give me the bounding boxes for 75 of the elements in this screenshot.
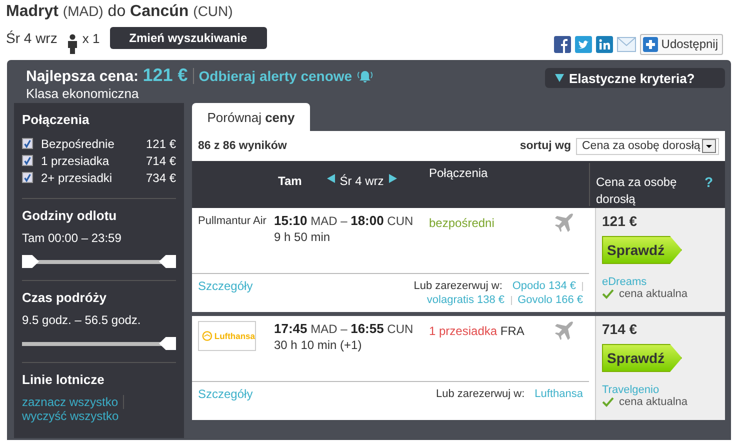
person-icon <box>67 34 78 54</box>
flight-price: 714 € <box>602 321 638 337</box>
price-status: cena aktualna <box>619 396 688 408</box>
slider-handle[interactable] <box>159 255 176 268</box>
linkedin-icon[interactable] <box>596 36 614 52</box>
price-status: cena aktualna <box>619 288 688 300</box>
checkbox[interactable] <box>22 172 33 183</box>
compare-prices-tab[interactable]: Porównaj ceny <box>192 103 310 131</box>
airline-logo: Lufthansa <box>198 321 256 351</box>
airplane-icon <box>554 321 574 341</box>
facebook-icon[interactable] <box>554 36 572 52</box>
slider-handle[interactable] <box>159 337 176 350</box>
flight-duration: 9 h 50 min <box>274 230 332 244</box>
stops-info: 1 przesiadka FRA <box>429 324 524 338</box>
share-button[interactable]: Udostępnij <box>640 34 723 54</box>
range-slider[interactable] <box>22 337 176 350</box>
filter-option: Bezpośrednie <box>41 136 146 150</box>
filter-option: 2+ przesiadki <box>41 170 146 184</box>
flexible-criteria-button[interactable]: Elastyczne kryteria? <box>545 68 725 88</box>
airplane-icon <box>554 213 574 233</box>
filter-title: Czas podróży <box>22 290 108 305</box>
range-slider[interactable] <box>22 255 176 268</box>
best-price-label: Najlepsza cena: 121 € <box>26 65 188 86</box>
clear-all-link[interactable]: wyczyść wszystko <box>22 409 119 423</box>
trip-date: Śr 4 wrz <box>6 30 58 46</box>
booking-site-link[interactable]: Lufthansa <box>534 387 583 401</box>
filter-title: Linie lotnicze <box>22 372 106 387</box>
next-day-icon[interactable] <box>388 174 397 183</box>
booking-site-link[interactable]: volagratis 138 € <box>426 293 505 307</box>
check-button[interactable]: Sprawdź <box>602 236 682 264</box>
booking-site-link[interactable]: Opodo 134 € <box>512 279 576 293</box>
slider-reading: 9.5 godz. – 56.5 godz. <box>22 313 142 327</box>
column-header: Połączenia <box>429 166 488 180</box>
or-book-label: Lub zarezerwuj w: <box>436 387 525 401</box>
slider-handle[interactable] <box>22 255 39 268</box>
triangle-down-icon <box>555 74 564 82</box>
checkbox[interactable] <box>22 155 33 166</box>
booking-site-link[interactable]: Govolo 166 € <box>518 293 583 307</box>
filter-price: 734 € <box>146 170 176 184</box>
sort-dropdown[interactable]: Cena za osobę dorosłą <box>576 138 719 154</box>
select-all-link[interactable]: zaznacz wszystko <box>22 395 124 409</box>
flight-duration: 30 h 10 min (+1) <box>274 338 363 352</box>
filter-title: Połączenia <box>22 112 90 127</box>
date-label: Śr 4 wrz <box>340 174 384 188</box>
details-link[interactable]: Szczegóły <box>198 387 253 401</box>
change-search-button[interactable]: Zmień wyszukiwanie <box>110 27 267 49</box>
checkmark-icon <box>602 289 614 299</box>
flight-times: 15:10 MAD – 18:00 CUN <box>274 213 414 228</box>
filter-option: 1 przesiadka <box>41 154 146 168</box>
checkmark-icon <box>602 397 614 407</box>
checkbox[interactable] <box>22 138 33 149</box>
route-title: Madryt (MAD) do Cancún (CUN) <box>6 3 234 21</box>
filter-price: 121 € <box>146 136 176 150</box>
filter-title: Godziny odlotu <box>22 208 118 223</box>
sort-label: sortuj wg <box>520 140 571 152</box>
bell-icon[interactable] <box>357 68 374 82</box>
column-header: Cena za osobę dorosłą <box>596 174 678 206</box>
twitter-icon[interactable] <box>575 36 592 52</box>
stops-info: bezpośredni <box>429 216 494 230</box>
passenger-count: x 1 <box>82 30 100 46</box>
airline-name: Pullmantur Air <box>198 214 268 227</box>
results-count: 86 z 86 wyników <box>198 140 287 152</box>
price-alerts-link[interactable]: Odbieraj alerty cenowe <box>198 68 352 84</box>
slider-reading: Tam 00:00 – 23:59 <box>22 231 122 245</box>
previous-day-icon[interactable] <box>326 174 335 183</box>
column-header: Tam <box>278 174 302 188</box>
flight-price: 121 € <box>602 213 638 229</box>
plus-icon <box>643 36 658 52</box>
details-link[interactable]: Szczegóły <box>198 279 253 307</box>
check-button[interactable]: Sprawdź <box>602 344 682 372</box>
filter-price: 714 € <box>146 154 176 168</box>
flight-times: 17:45 MAD – 16:55 CUN <box>274 321 414 336</box>
cabin-class: Klasa ekonomiczna <box>26 86 140 101</box>
or-book-label: Lub zarezerwuj w: <box>414 279 502 293</box>
help-icon[interactable]: ? <box>704 174 713 206</box>
